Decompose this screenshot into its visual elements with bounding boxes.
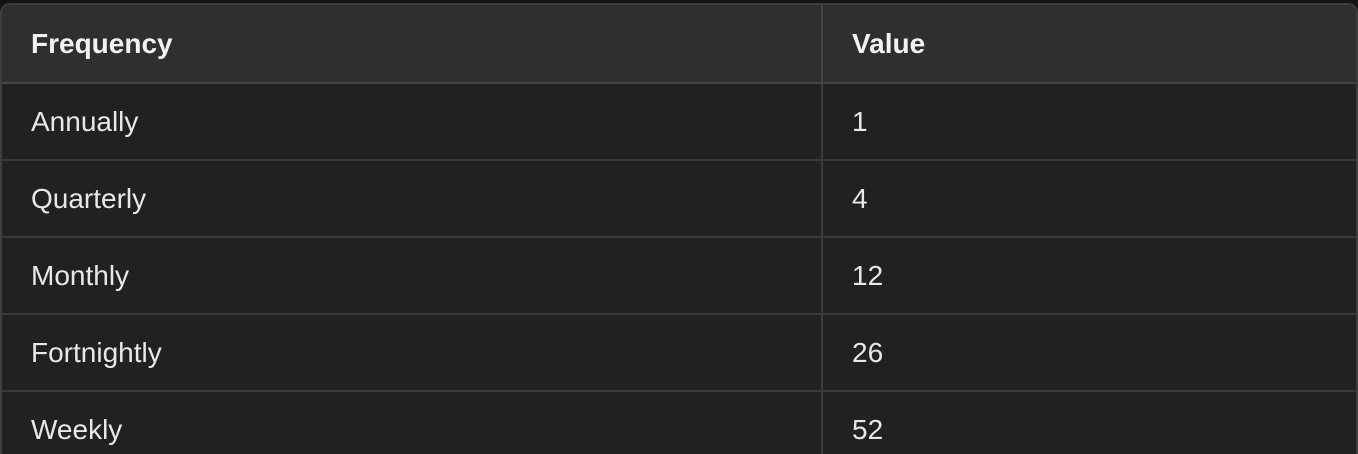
cell-value: 26 [821, 314, 1356, 392]
header-value: Value [821, 5, 1356, 84]
table-row: Weekly 52 [2, 391, 1356, 454]
table-row: Quarterly 4 [2, 160, 1356, 238]
table-row: Monthly 12 [2, 237, 1356, 315]
cell-value: 12 [821, 237, 1356, 315]
cell-frequency: Fortnightly [2, 314, 822, 392]
table-row: Fortnightly 26 [2, 314, 1356, 392]
cell-frequency: Quarterly [2, 160, 822, 238]
table-row: Annually 1 [2, 83, 1356, 161]
cell-frequency: Weekly [31, 413, 123, 445]
frequency-table: Frequency Value Annually 1 Quarterly 4 M… [2, 5, 1356, 454]
cell-value: 52 [821, 391, 1356, 454]
frequency-table-container: Frequency Value Annually 1 Quarterly 4 M… [0, 3, 1358, 454]
cell-frequency: Monthly [2, 237, 822, 315]
cell-value: 1 [821, 83, 1356, 161]
cell-frequency: Annually [2, 83, 822, 161]
table-body: Annually 1 Quarterly 4 Monthly 12 Fortni… [2, 83, 1356, 454]
header-frequency: Frequency [2, 5, 822, 84]
table-header: Frequency Value [2, 5, 1356, 84]
header-row: Frequency Value [2, 5, 1356, 84]
cell-value: 4 [821, 160, 1356, 238]
